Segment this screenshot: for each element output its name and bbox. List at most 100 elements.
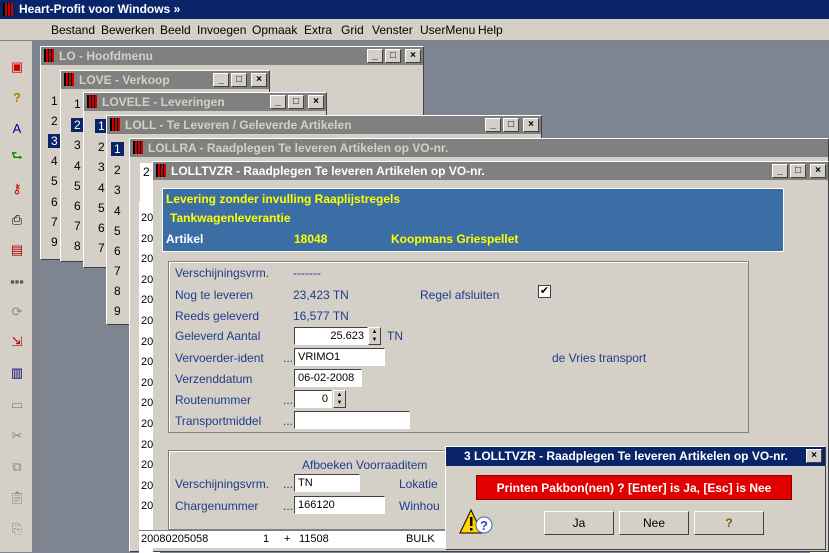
list-item[interactable]: 8 <box>114 284 121 298</box>
maximize-button[interactable]: □ <box>385 49 401 63</box>
window-logo-icon <box>44 49 54 62</box>
lookup-ellipsis: ... <box>283 393 294 407</box>
list-item[interactable]: 1 <box>111 142 124 156</box>
geleverd-aantal-label: Geleverd Aantal <box>175 329 261 343</box>
dots-icon[interactable]: ▪▪▪ <box>7 271 27 291</box>
geleverd-aantal-spinner[interactable]: ▲ ▼ <box>368 327 381 345</box>
list-item[interactable]: 6 <box>74 199 81 213</box>
list-item[interactable]: 1 <box>74 97 81 111</box>
list-item[interactable]: 5 <box>74 179 81 193</box>
menu-bewerken[interactable]: Bewerken <box>101 23 154 37</box>
green-arrow-icon[interactable]: ⮑ <box>7 148 27 168</box>
scissors-icon[interactable]: ✂ <box>7 426 27 446</box>
refresh-icon[interactable]: ⟳ <box>7 302 27 322</box>
chargenummer-input[interactable]: 166120 <box>294 496 385 514</box>
window-icon[interactable]: ▭ <box>7 395 27 415</box>
list-item[interactable]: 4 <box>74 159 81 173</box>
list-item[interactable]: 2 <box>51 114 58 128</box>
key-icon[interactable]: ⚷ <box>7 179 27 199</box>
list-item[interactable]: 2 <box>114 163 121 177</box>
menu-usermenu[interactable]: UserMenu <box>420 23 475 37</box>
list-item[interactable]: 2 <box>71 118 84 132</box>
list-item[interactable]: 7 <box>98 241 105 255</box>
dialog-title-bar: 3 LOLLTVZR - Raadplegen Te leveren Artik… <box>446 447 825 466</box>
list-item[interactable]: 7 <box>114 264 121 278</box>
transportmiddel-label: Transportmiddel <box>175 414 262 428</box>
maximize-button[interactable]: □ <box>231 73 247 87</box>
list-item[interactable]: 5 <box>114 224 121 238</box>
help-icon[interactable]: ? <box>7 87 27 107</box>
window-title-lolltvzr: LOLLTVZR - Raadplegen Te leveren Artikel… <box>153 162 828 180</box>
list-item[interactable]: 3 <box>98 160 105 174</box>
list-item[interactable]: 5 <box>51 174 58 188</box>
regel-afsluiten-label: Regel afsluiten <box>420 288 500 302</box>
menu-extra[interactable]: Extra <box>304 23 332 37</box>
chargenummer-label: Chargenummer <box>175 499 259 513</box>
regel-afsluiten-checkbox[interactable]: ✔ <box>538 285 551 298</box>
list-item[interactable]: 4 <box>114 204 121 218</box>
menu-venster[interactable]: Venster <box>372 23 413 37</box>
window-title-lovele: LOVELE - Leveringen _ □ × <box>84 93 326 111</box>
minimize-button[interactable]: _ <box>213 73 229 87</box>
close-button[interactable]: × <box>405 49 421 63</box>
minimize-button[interactable]: _ <box>367 49 383 63</box>
list-item[interactable]: 9 <box>114 304 121 318</box>
close-button[interactable]: × <box>251 73 267 87</box>
list-item[interactable]: 8 <box>74 239 81 253</box>
help-button[interactable]: ? <box>694 511 764 535</box>
list-item[interactable]: 3 <box>48 134 61 148</box>
list-item[interactable]: 1 <box>51 94 58 108</box>
menu-grid[interactable]: Grid <box>341 23 364 37</box>
paste-icon[interactable]: ⎘ <box>7 519 27 539</box>
report-icon[interactable]: ▥ <box>7 363 27 383</box>
copy-icon[interactable]: ⧉ <box>7 457 27 477</box>
list-item[interactable]: 7 <box>51 215 58 229</box>
window-logo-icon <box>156 164 166 177</box>
list-item[interactable]: 6 <box>98 221 105 235</box>
list-item[interactable]: 2 <box>98 140 105 154</box>
export-icon[interactable]: ⇲ <box>7 332 27 352</box>
maximize-button[interactable]: □ <box>503 118 519 132</box>
menu-opmaak[interactable]: Opmaak <box>252 23 297 37</box>
menu-invoegen[interactable]: Invoegen <box>197 23 246 37</box>
artikel-number: 18048 <box>294 232 328 246</box>
menu-help[interactable]: Help <box>478 23 503 37</box>
routenummer-input[interactable]: 0 <box>294 390 332 408</box>
text-style-icon[interactable]: A <box>7 118 27 138</box>
table-row[interactable]: 2 <box>143 165 150 179</box>
list-item[interactable]: 3 <box>114 183 121 197</box>
printer-icon[interactable]: ⎙ <box>7 210 27 230</box>
maximize-button[interactable]: □ <box>790 164 806 178</box>
routenummer-spinner[interactable]: ▲ ▼ <box>333 390 346 408</box>
minimize-button[interactable]: _ <box>485 118 501 132</box>
vervoerder-input[interactable]: VRIMO1 <box>294 348 385 366</box>
table-row[interactable]: 20080205058 1 + 11508 BULK <box>139 530 449 548</box>
list-item[interactable]: 3 <box>74 138 81 152</box>
nee-button[interactable]: Nee <box>619 511 689 535</box>
close-button[interactable]: × <box>308 95 324 109</box>
list-item[interactable]: 4 <box>51 154 58 168</box>
close-button[interactable]: × <box>810 164 826 178</box>
verzenddatum-input[interactable]: 06-02-2008 <box>294 369 362 387</box>
list-item[interactable]: 7 <box>74 219 81 233</box>
form-icon[interactable]: ▤ <box>7 240 27 260</box>
maximize-button[interactable]: □ <box>288 95 304 109</box>
menu-bestand[interactable]: Bestand <box>51 23 95 37</box>
calendar-icon[interactable]: ▣ <box>7 57 27 77</box>
afboeken-verschijningsvrm-input[interactable]: TN <box>294 474 360 492</box>
ja-button[interactable]: Ja <box>544 511 614 535</box>
transportmiddel-input[interactable] <box>294 411 410 429</box>
menu-beeld[interactable]: Beeld <box>160 23 191 37</box>
list-item[interactable]: 6 <box>114 244 121 258</box>
minimize-button[interactable]: _ <box>270 95 286 109</box>
list-item[interactable]: 6 <box>51 195 58 209</box>
close-button[interactable]: × <box>523 118 539 132</box>
geleverd-aantal-input[interactable]: 25.623 <box>294 327 368 345</box>
clipboard-icon[interactable]: 📋︎ <box>7 488 27 508</box>
dialog-close-button[interactable]: × <box>806 449 822 463</box>
artikel-name: Koopmans Griespellet <box>391 232 519 246</box>
list-item[interactable]: 9 <box>51 235 58 249</box>
minimize-button[interactable]: _ <box>772 164 788 178</box>
list-item[interactable]: 4 <box>98 181 105 195</box>
list-item[interactable]: 5 <box>98 201 105 215</box>
